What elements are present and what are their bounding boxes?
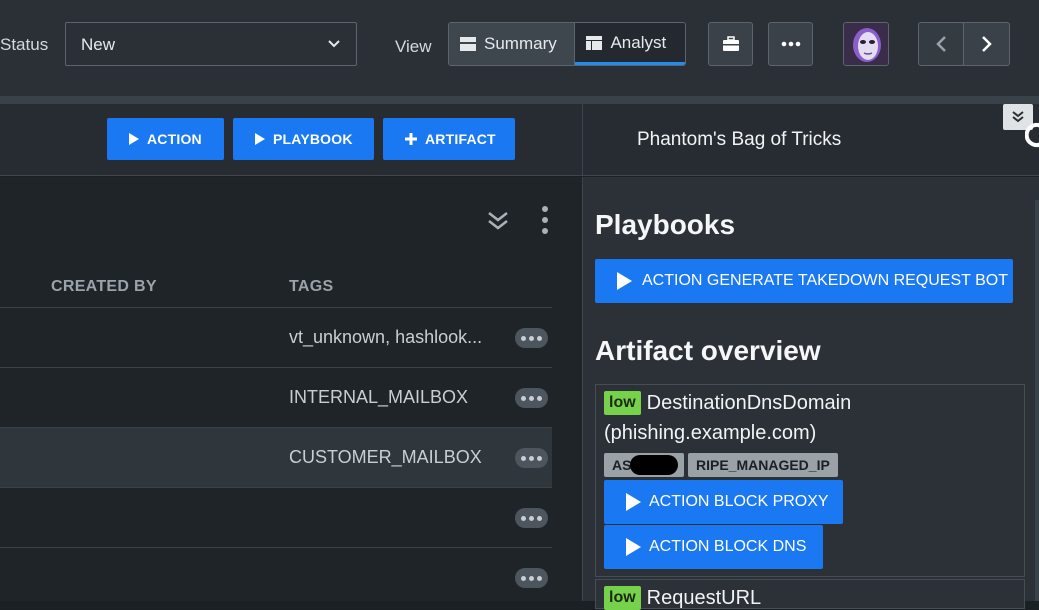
chevron-down-icon: [328, 40, 340, 48]
analyst-icon: [586, 35, 603, 50]
column-header-created-by[interactable]: CREATED BY: [51, 278, 157, 296]
tag-chip-label: AS: [612, 457, 632, 473]
table-row[interactable]: [0, 487, 552, 547]
block-dns-label: ACTION BLOCK DNS: [649, 538, 807, 555]
status-dropdown[interactable]: New: [65, 22, 357, 66]
playbook-label: PLAYBOOK: [273, 131, 353, 147]
side-panel-title: Phantom's Bag of Tricks: [637, 129, 842, 150]
expand-all-icon[interactable]: [486, 209, 510, 233]
action-label: ACTION: [147, 131, 202, 147]
row-more-button[interactable]: [515, 508, 548, 528]
play-icon: [129, 133, 139, 145]
play-icon: [626, 538, 641, 556]
artifact-card: low DestinationDnsDomain (phishing.examp…: [595, 384, 1025, 577]
briefcase-icon: [722, 36, 739, 51]
side-panel: Playbooks ACTION GENERATE TAKEDOWN REQUE…: [582, 177, 1039, 610]
kebab-menu-icon[interactable]: [540, 205, 550, 235]
redaction-mark: [630, 455, 678, 475]
severity-badge: low: [604, 586, 641, 610]
playbook-button[interactable]: PLAYBOOK: [233, 118, 374, 160]
double-chevron-down-icon: [1012, 111, 1024, 123]
row-more-button[interactable]: [515, 448, 548, 468]
tag-chip: AS: [604, 453, 684, 477]
side-panel-scrollbar[interactable]: [1035, 200, 1039, 601]
refresh-icon[interactable]: [1025, 118, 1039, 150]
user-avatar[interactable]: [843, 22, 889, 66]
pager: [918, 22, 1010, 66]
play-icon: [617, 272, 632, 290]
row-more-button[interactable]: [515, 388, 548, 408]
artifact-label: ARTIFACT: [425, 131, 496, 147]
column-header-tags[interactable]: TAGS: [289, 278, 333, 296]
analyst-view-button[interactable]: Analyst: [575, 23, 685, 65]
table-row[interactable]: [0, 547, 552, 607]
divider: [0, 96, 1039, 104]
block-proxy-label: ACTION BLOCK PROXY: [649, 493, 829, 510]
block-dns-button[interactable]: ACTION BLOCK DNS: [604, 525, 823, 569]
chevron-left-icon: [936, 36, 946, 52]
playbook-button-label: ACTION GENERATE TAKEDOWN REQUEST BOT: [642, 272, 1008, 289]
action-bar: ACTION PLAYBOOK ARTIFACT: [0, 104, 582, 176]
summary-icon: [460, 37, 476, 51]
tag-chip: RIPE_MANAGED_IP: [688, 453, 838, 477]
artifact-value: (phishing.example.com): [604, 422, 817, 444]
artifact-table-panel: CREATED BY TAGS vt_unknown, hashlook... …: [0, 177, 582, 601]
severity-badge: low: [604, 391, 641, 415]
view-toggle: Summary Analyst: [448, 22, 686, 66]
run-playbook-button[interactable]: ACTION GENERATE TAKEDOWN REQUEST BOT: [595, 259, 1013, 303]
more-options-button[interactable]: [768, 22, 813, 66]
action-button[interactable]: ACTION: [107, 118, 224, 160]
row-tags: INTERNAL_MAILBOX: [289, 387, 469, 407]
artifact-header: low DestinationDnsDomain: [604, 391, 851, 415]
more-dots-icon: [781, 41, 800, 47]
status-value: New: [81, 35, 116, 54]
table-row[interactable]: INTERNAL_MAILBOX: [0, 367, 552, 427]
row-tags: CUSTOMER_MAILBOX: [289, 447, 482, 467]
view-label: View: [395, 37, 432, 56]
artifact-card: low RequestURL: [595, 579, 1025, 610]
playbooks-heading: Playbooks: [595, 209, 736, 240]
play-icon: [255, 133, 265, 145]
row-more-button[interactable]: [515, 328, 548, 348]
next-button[interactable]: [964, 23, 1009, 65]
previous-button[interactable]: [919, 23, 965, 65]
status-label: Status: [0, 35, 49, 54]
block-proxy-button[interactable]: ACTION BLOCK PROXY: [604, 480, 843, 524]
row-tags: vt_unknown, hashlook...: [289, 327, 483, 347]
artifact-name: RequestURL: [646, 586, 762, 609]
analyst-label: Analyst: [610, 32, 667, 52]
play-icon: [626, 493, 641, 511]
chevron-right-icon: [981, 36, 992, 52]
table-row[interactable]: CUSTOMER_MAILBOX: [0, 427, 552, 487]
top-toolbar: Status New View Summary Analyst: [0, 0, 1039, 96]
avatar-image: [844, 23, 888, 65]
artifact-name: DestinationDnsDomain: [646, 391, 852, 414]
side-panel-header: Phantom's Bag of Tricks: [582, 104, 1039, 176]
summary-view-button[interactable]: Summary: [449, 23, 576, 65]
summary-label: Summary: [484, 34, 557, 53]
row-more-button[interactable]: [515, 568, 548, 588]
artifact-overview-heading: Artifact overview: [595, 335, 821, 366]
artifact-tags: AS RIPE_MANAGED_IP: [604, 453, 838, 477]
table-row[interactable]: vt_unknown, hashlook...: [0, 307, 552, 367]
plus-icon: [405, 133, 417, 145]
add-artifact-button[interactable]: ARTIFACT: [383, 118, 515, 160]
briefcase-button[interactable]: [708, 22, 753, 66]
artifact-header: low RequestURL: [604, 586, 761, 610]
table-body: vt_unknown, hashlook... INTERNAL_MAILBOX…: [0, 307, 552, 607]
